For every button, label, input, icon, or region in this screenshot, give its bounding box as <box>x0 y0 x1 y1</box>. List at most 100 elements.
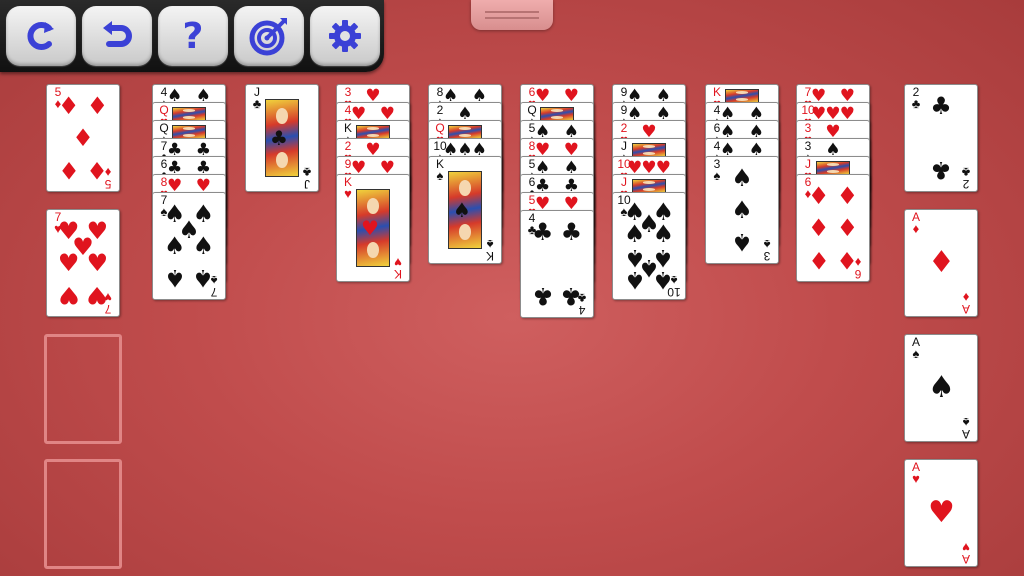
card-corner-index: A ♠ <box>908 336 924 360</box>
playing-card[interactable]: K ♠ K ♠ ♠ <box>428 156 502 264</box>
playing-card[interactable]: 5 ♦ 5 ♦ ♦ ♦ ♦ ♦ ♦ <box>46 84 120 192</box>
card-suit: ♦ <box>912 221 920 236</box>
card-pip: ♠ <box>623 220 646 249</box>
empty-card-slot[interactable] <box>44 334 122 444</box>
card-pip: ♦ <box>57 92 80 121</box>
card-pip: ♣ <box>930 92 952 121</box>
settings-button[interactable] <box>310 6 380 66</box>
card-suit: ♠ <box>713 168 721 183</box>
card-suit: ♥ <box>962 540 970 555</box>
card-corner-index: K♥ <box>340 176 356 200</box>
card-pip: ♥ <box>928 495 955 530</box>
card-pip: ♦ <box>86 155 109 184</box>
playing-card[interactable]: 10 ♠ 10 ♠ ♠ ♠ ♠ ♠ ♠ ♠ ♠ ♠ ♠ ♠ <box>612 192 686 300</box>
playing-card[interactable]: 7 ♥ 7 ♥ ♥ ♥ ♥ ♥ ♥ ♥ ♥ <box>46 209 120 317</box>
face-card-portrait <box>356 125 390 139</box>
card-pip: ♥ <box>86 280 109 309</box>
card-pip: ♦ <box>807 182 830 211</box>
card-suit: ♣ <box>961 165 971 180</box>
card-suit: ♦ <box>962 290 970 305</box>
playing-card[interactable]: A ♥ A ♥ ♥ <box>904 459 978 567</box>
face-card-suit: ♠ <box>453 198 471 222</box>
card-pip: ♦ <box>836 182 859 211</box>
card-suit: ♣ <box>911 96 921 111</box>
card-pip: ♥ <box>57 280 80 309</box>
card-pip: ♠ <box>652 220 675 249</box>
card-pip: ♠ <box>652 265 675 294</box>
target-icon <box>248 15 290 57</box>
undo-icon <box>99 18 135 54</box>
playing-card[interactable]: 4 ♣ 4 ♣ ♣ ♣ ♣ ♣ <box>520 210 594 318</box>
playing-card[interactable]: A ♦ A ♦ ♦ <box>904 209 978 317</box>
card-pip: ♦ <box>807 214 830 242</box>
card-corner-index: J ♣ <box>299 165 315 191</box>
card-pip: ♠ <box>623 265 646 294</box>
menu-pull-tab[interactable] <box>471 0 553 30</box>
card-pip: ♥ <box>86 249 109 277</box>
card-corner-index: 3♠ <box>759 237 775 263</box>
card-pip: ♠ <box>731 164 753 193</box>
undo-button[interactable] <box>82 6 152 66</box>
card-suit: ♠ <box>763 237 771 252</box>
playing-card[interactable]: 6 ♦ 6 ♦ ♦ ♦ ♦ ♦ ♦ ♦ <box>796 174 870 282</box>
face-card-portrait <box>725 89 759 103</box>
card-corner-index: A ♠ <box>958 415 974 441</box>
restart-button[interactable] <box>6 6 76 66</box>
card-corner-index: A ♦ <box>958 290 974 316</box>
empty-card-slot[interactable] <box>44 459 122 569</box>
card-pip: ♠ <box>928 370 955 405</box>
card-pip: ♣ <box>930 155 952 184</box>
card-corner-index: A ♥ <box>908 461 924 485</box>
card-corner-index: 2 ♣ <box>908 86 924 110</box>
help-button[interactable]: ? <box>158 6 228 66</box>
playing-card[interactable]: A ♠ A ♠ ♠ <box>904 334 978 442</box>
face-card-portrait <box>172 107 206 121</box>
card-corner-index: 3♠ <box>709 158 725 182</box>
card-pip: ♦ <box>72 124 94 152</box>
playing-card[interactable]: J ♣ J ♣ ♣ <box>245 84 319 192</box>
face-card-suit: ♥ <box>361 216 379 240</box>
face-card-portrait <box>172 125 206 139</box>
face-card-portrait <box>632 143 666 157</box>
card-pip: ♣ <box>560 218 583 247</box>
card-pip: ♠ <box>192 263 215 292</box>
card-pip: ♦ <box>836 245 859 274</box>
card-pip: ♠ <box>163 232 186 260</box>
card-pip: ♣ <box>560 281 583 310</box>
card-suit: ♥ <box>344 186 352 201</box>
playing-card[interactable]: 3 ♠ 3 ♠ ♠ ♠ ♠ <box>705 156 779 264</box>
playing-card[interactable]: K ♥ K ♥ ♥ <box>336 174 410 282</box>
card-corner-index: K♥ <box>390 255 406 281</box>
hint-button[interactable] <box>234 6 304 66</box>
card-corner-index: J ♣ <box>249 86 265 110</box>
card-suit: ♠ <box>912 346 920 361</box>
card-pip: ♦ <box>928 245 955 280</box>
card-suit: ♠ <box>436 168 444 183</box>
card-suit: ♠ <box>486 237 494 252</box>
face-card-portrait: ♠ <box>448 171 482 249</box>
card-corner-index: K♠ <box>432 158 448 182</box>
toolbar: ? <box>0 0 384 72</box>
card-pip: ♠ <box>163 263 186 292</box>
playing-card[interactable]: 2 ♣ 2 ♣ ♣ ♣ <box>904 84 978 192</box>
gear-icon <box>327 18 363 54</box>
restart-icon <box>23 18 59 54</box>
card-pip: ♠ <box>731 196 753 224</box>
face-card-portrait: ♣ <box>265 99 299 177</box>
help-icon: ? <box>182 15 204 57</box>
face-card-suit: ♣ <box>270 126 288 150</box>
face-card-portrait <box>632 179 666 193</box>
card-pip: ♦ <box>836 214 859 242</box>
card-pip: ♣ <box>531 218 554 247</box>
playing-card[interactable]: 7 ♠ 7 ♠ ♠ ♠ ♠ ♠ ♠ ♠ ♠ <box>152 192 226 300</box>
card-suit: ♣ <box>252 96 262 111</box>
face-card-portrait <box>816 161 850 175</box>
card-suit: ♥ <box>394 255 402 270</box>
card-corner-index: 2 ♣ <box>958 165 974 191</box>
face-card-portrait <box>540 107 574 121</box>
card-corner-index: A ♦ <box>908 211 924 235</box>
face-card-portrait: ♥ <box>356 189 390 267</box>
card-corner-index: K♠ <box>482 237 498 263</box>
card-pip: ♦ <box>57 155 80 184</box>
card-pip: ♠ <box>192 232 215 260</box>
